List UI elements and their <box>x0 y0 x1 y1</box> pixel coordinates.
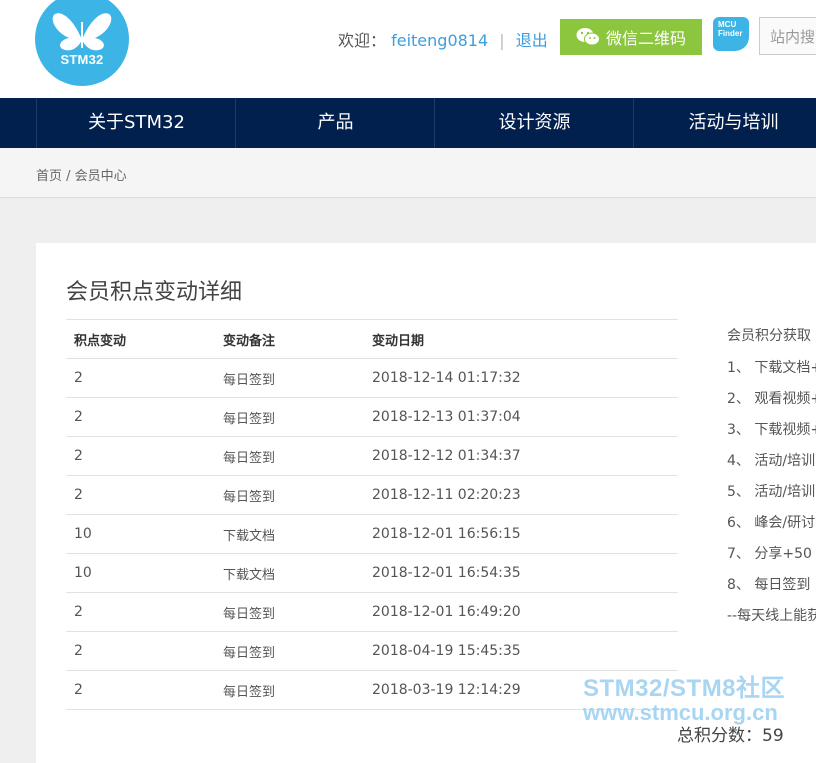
points-table: 积点变动 变动备注 变动日期 2 每日签到 2018-12-14 01:17:32 … <box>66 319 678 710</box>
mcu-finder-badge[interactable]: MCU Finder <box>713 17 749 51</box>
table-row: 2 每日签到 2018-12-14 01:17:32 <box>66 358 678 398</box>
cell-date: 2018-04-19 15:45:35 <box>364 631 678 671</box>
cell-note: 下载文档 <box>215 514 364 554</box>
cell-points: 10 <box>66 553 215 593</box>
cell-note: 每日签到 <box>215 436 364 476</box>
site-header: STM32 欢迎： feiteng0814 | 退出 微信二维码 MCU Fin… <box>0 0 816 98</box>
table-header-row: 积点变动 变动备注 变动日期 <box>66 319 678 359</box>
column-header-points: 积点变动 <box>66 319 215 359</box>
cell-note: 下载文档 <box>215 553 364 593</box>
cell-points: 2 <box>66 436 215 476</box>
table-row: 2 每日签到 2018-12-12 01:34:37 <box>66 436 678 476</box>
cell-points: 2 <box>66 475 215 515</box>
watermark-line2: www.stmcu.org.cn <box>583 700 778 725</box>
nav-item-design-resources[interactable]: 设计资源 <box>434 98 634 148</box>
site-search-input[interactable]: 站内搜索 <box>759 17 816 55</box>
table-row: 2 每日签到 2018-04-19 15:45:35 <box>66 631 678 671</box>
sidebar-rule-item: 6、 峰会/研讨 <box>727 515 816 531</box>
sidebar-rule-item: 1、 下载文档+ <box>727 360 816 376</box>
cell-date: 2018-12-01 16:49:20 <box>364 592 678 632</box>
sidebar-rule-item: 3、 下载视频+ <box>727 422 816 438</box>
cell-date: 2018-12-11 02:20:23 <box>364 475 678 515</box>
cell-note: 每日签到 <box>215 475 364 515</box>
page-title: 会员积点变动详细 <box>66 280 243 305</box>
sidebar-rule-item: 4、 活动/培训 <box>727 453 816 469</box>
welcome-area: 欢迎： feiteng0814 | 退出 <box>338 27 548 51</box>
table-row: 10 下载文档 2018-12-01 16:56:15 <box>66 514 678 554</box>
wechat-icon <box>576 28 600 46</box>
sidebar-title: 会员积分获取 <box>727 328 811 344</box>
sidebar-rule-item: 8、 每日签到 + <box>727 577 816 593</box>
cell-date: 2018-12-13 01:37:04 <box>364 397 678 437</box>
cell-note: 每日签到 <box>215 358 364 398</box>
cell-note: 每日签到 <box>215 631 364 671</box>
cell-note: 每日签到 <box>215 670 364 710</box>
table-row: 10 下载文档 2018-12-01 16:54:35 <box>66 553 678 593</box>
breadcrumb: 首页 / 会员中心 <box>36 165 127 184</box>
cell-date: 2018-12-14 01:17:32 <box>364 358 678 398</box>
cell-points: 2 <box>66 631 215 671</box>
cell-date: 2018-12-01 16:54:35 <box>364 553 678 593</box>
username-link[interactable]: feiteng0814 <box>391 31 488 50</box>
column-header-note: 变动备注 <box>215 319 364 359</box>
watermark-line1: STM32/STM8社区 <box>583 675 786 702</box>
cell-note: 每日签到 <box>215 592 364 632</box>
nav-item-events-training[interactable]: 活动与培训 <box>633 98 816 148</box>
table-row: 2 每日签到 2018-12-13 01:37:04 <box>66 397 678 437</box>
mcu-badge-line1: MCU <box>718 20 737 29</box>
wechat-qrcode-button[interactable]: 微信二维码 <box>560 19 702 55</box>
breadcrumb-home[interactable]: 首页 <box>36 169 62 184</box>
cell-note: 每日签到 <box>215 397 364 437</box>
table-row: 2 每日签到 2018-12-01 16:49:20 <box>66 592 678 632</box>
stm32-logo[interactable]: STM32 <box>35 0 129 86</box>
logo-text: STM32 <box>60 52 104 67</box>
nav-item-about-stm32[interactable]: 关于STM32 <box>36 98 236 148</box>
divider: | <box>499 31 505 50</box>
nav-item-products[interactable]: 产品 <box>235 98 435 148</box>
cell-date: 2018-12-12 01:34:37 <box>364 436 678 476</box>
mcu-badge-line2: Finder <box>718 29 743 38</box>
cell-points: 10 <box>66 514 215 554</box>
sidebar-rule-item: 2、 观看视频+ <box>727 391 816 407</box>
breadcrumb-bar: 首页 / 会员中心 <box>0 148 816 198</box>
logout-link[interactable]: 退出 <box>516 31 548 50</box>
cell-points: 2 <box>66 670 215 710</box>
sidebar-footer-note: --每天线上能获 <box>727 608 816 624</box>
sidebar-rule-item: 7、 分享+50 ( <box>727 546 816 562</box>
butterfly-icon <box>52 13 112 51</box>
column-header-date: 变动日期 <box>364 319 678 359</box>
points-rules-sidebar: 会员积分获取 1、 下载文档+ 2、 观看视频+ 3、 下载视频+ 4、 活动/… <box>727 325 816 636</box>
table-row: 2 每日签到 2018-12-11 02:20:23 <box>66 475 678 515</box>
breadcrumb-current: 会员中心 <box>74 169 127 184</box>
breadcrumb-separator: / <box>62 169 75 184</box>
welcome-label: 欢迎： <box>338 31 387 50</box>
cell-points: 2 <box>66 592 215 632</box>
site-watermark: STM32/STM8社区 www.stmcu.org.cn <box>583 677 785 725</box>
cell-points: 2 <box>66 358 215 398</box>
main-nav: 关于STM32 产品 设计资源 活动与培训 <box>0 98 816 148</box>
wechat-button-label: 微信二维码 <box>605 29 686 48</box>
sidebar-rule-item: 5、 活动/培训 <box>727 484 816 500</box>
cell-date: 2018-12-01 16:56:15 <box>364 514 678 554</box>
cell-points: 2 <box>66 397 215 437</box>
